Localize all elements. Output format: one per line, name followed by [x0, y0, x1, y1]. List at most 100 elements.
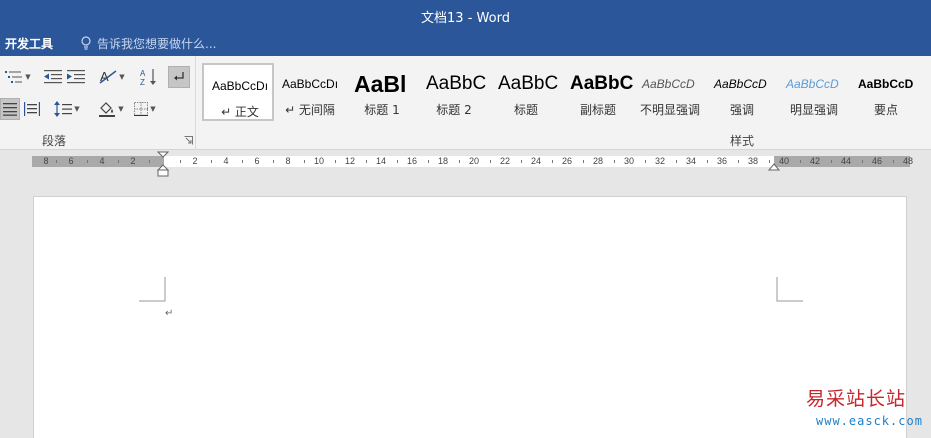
tell-me-placeholder: 告诉我您想要做什么...: [97, 36, 217, 51]
ruler-number: 44: [840, 156, 852, 166]
style-item[interactable]: AaBbCcDı ↵ 正文: [202, 63, 274, 121]
style-item[interactable]: AaBl 标题 1: [346, 63, 418, 121]
line-spacing-button[interactable]: ▼: [52, 98, 82, 120]
decrease-indent-button[interactable]: [42, 66, 64, 88]
ruler-number: 26: [561, 156, 573, 166]
ruler-number: 38: [747, 156, 759, 166]
style-item[interactable]: AaBbC 标题 2: [418, 63, 490, 121]
first-line-indent-marker[interactable]: [157, 151, 169, 158]
document-page[interactable]: ↵: [33, 196, 907, 438]
paragraph-group: ▼ A ▼ A Z ▼ ▼ ▼ 段落: [0, 56, 196, 150]
style-item[interactable]: AaBbCcD 不明显强调: [634, 63, 706, 121]
ruler-tick: [241, 160, 243, 163]
ruler-tick: [892, 160, 894, 163]
chevron-down-icon: ▼: [25, 73, 31, 81]
left-indent-marker[interactable]: [157, 169, 169, 177]
ruler-tick: [148, 160, 150, 163]
ruler-tick: [706, 160, 708, 163]
borders-button[interactable]: ▼: [130, 98, 160, 120]
style-label: 不明显强调: [639, 103, 700, 117]
ruler-number: 14: [375, 156, 387, 166]
ruler-tick: [365, 160, 367, 163]
ruler-tick: [489, 160, 491, 163]
style-label: 标题 1: [364, 103, 400, 117]
watermark-text: 易采站长站: [806, 388, 907, 410]
sort-button[interactable]: A Z: [138, 66, 160, 88]
distributed-align-icon: [24, 102, 40, 116]
ruler-tick: [613, 160, 615, 163]
svg-text:A: A: [140, 69, 146, 78]
crop-mark-top-right: [776, 277, 803, 302]
ruler-tick: [55, 160, 57, 163]
ruler-number: 32: [654, 156, 666, 166]
paragraph-group-label: 段落: [42, 134, 67, 148]
lightbulb-icon: [81, 36, 91, 50]
ruler-number: 34: [685, 156, 697, 166]
tab-developer[interactable]: 开发工具: [5, 35, 53, 52]
style-item[interactable]: AaBbC 标题: [490, 63, 562, 121]
increase-indent-button[interactable]: [65, 66, 87, 88]
ruler-number: 40: [778, 156, 790, 166]
style-item[interactable]: AaBbCcDı ↵ 无间隔: [274, 63, 346, 121]
asian-layout-button[interactable]: A ▼: [96, 66, 128, 88]
ruler-number: 30: [623, 156, 635, 166]
ruler-number: 18: [437, 156, 449, 166]
distributed-align-button[interactable]: [22, 98, 42, 120]
ruler-number: 8: [43, 156, 49, 166]
shading-button[interactable]: ▼: [96, 98, 126, 120]
styles-group: AaBbCcDı ↵ 正文 AaBbCcDı ↵ 无间隔 AaBl 标题 1 AaBbC 标题…: [200, 56, 931, 150]
ruler-tick: [551, 160, 553, 163]
style-preview: AaBbCcD: [858, 77, 914, 91]
text-direction-icon: A: [99, 69, 117, 84]
align-justify-button[interactable]: [0, 98, 20, 120]
style-preview: AaBbCcDı: [282, 77, 339, 91]
site-watermark: 易采站长站 www.easck.com: [806, 384, 931, 438]
ruler-tick: [644, 160, 646, 163]
ruler-number: 4: [99, 156, 105, 166]
ruler-tick: [86, 160, 88, 163]
chevron-down-icon: ▼: [150, 105, 156, 113]
crop-mark-top-left: [139, 277, 166, 302]
ruler-tick: [334, 160, 336, 163]
chevron-down-icon: ▼: [119, 73, 125, 81]
ruler-number: 8: [285, 156, 291, 166]
style-label: ↵ 无间隔: [285, 103, 335, 117]
ruler-number: 6: [254, 156, 260, 166]
style-label: 副标题: [579, 103, 616, 117]
ruler-tick: [427, 160, 429, 163]
ruler-number: 2: [130, 156, 136, 166]
indent-markers[interactable]: [157, 151, 169, 177]
ruler-number: 48: [902, 156, 914, 166]
align-justify-icon: [3, 103, 17, 116]
hanging-indent-marker[interactable]: [157, 164, 169, 171]
dialog-launcher-icon[interactable]: [184, 136, 193, 145]
multilevel-list-button[interactable]: ▼: [3, 66, 33, 88]
svg-text:Z: Z: [140, 78, 145, 86]
ruler-number: 36: [716, 156, 728, 166]
style-preview: AaBbCcDı: [212, 79, 269, 93]
borders-icon: [134, 102, 149, 116]
chevron-down-icon: ▼: [118, 105, 124, 113]
style-preview: AaBbCcD: [714, 77, 767, 91]
styles-gallery: AaBbCcDı ↵ 正文 AaBbCcDı ↵ 无间隔 AaBl 标题 1 AaBbC 标题…: [200, 62, 931, 122]
watermark-url: www.easck.com: [816, 414, 923, 428]
style-label: 要点: [873, 103, 898, 117]
style-preview: AaBbC: [426, 73, 487, 94]
ruler-number: 4: [223, 156, 229, 166]
style-preview: AaBbCcD: [786, 77, 839, 91]
ruler-number: 12: [344, 156, 356, 166]
multilevel-list-icon: [5, 71, 23, 83]
style-item[interactable]: AaBbCcD 明显强调: [778, 63, 850, 121]
show-hide-marks-button[interactable]: [168, 66, 190, 88]
ribbon-tab-row: 开发工具 告诉我您想要做什么...: [0, 30, 931, 56]
ruler-tick: [396, 160, 398, 163]
ruler-tick: [582, 160, 584, 163]
ruler-tick: [737, 160, 739, 163]
ruler-number: 10: [313, 156, 325, 166]
right-indent-marker[interactable]: [768, 163, 780, 171]
style-item[interactable]: AaBbCcD 强调: [706, 63, 778, 121]
style-item[interactable]: AaBbC 副标题: [562, 63, 634, 121]
style-item[interactable]: AaBbCcD 要点: [850, 63, 922, 121]
tell-me-box[interactable]: 告诉我您想要做什么...: [80, 34, 216, 52]
ruler-number: 46: [871, 156, 883, 166]
